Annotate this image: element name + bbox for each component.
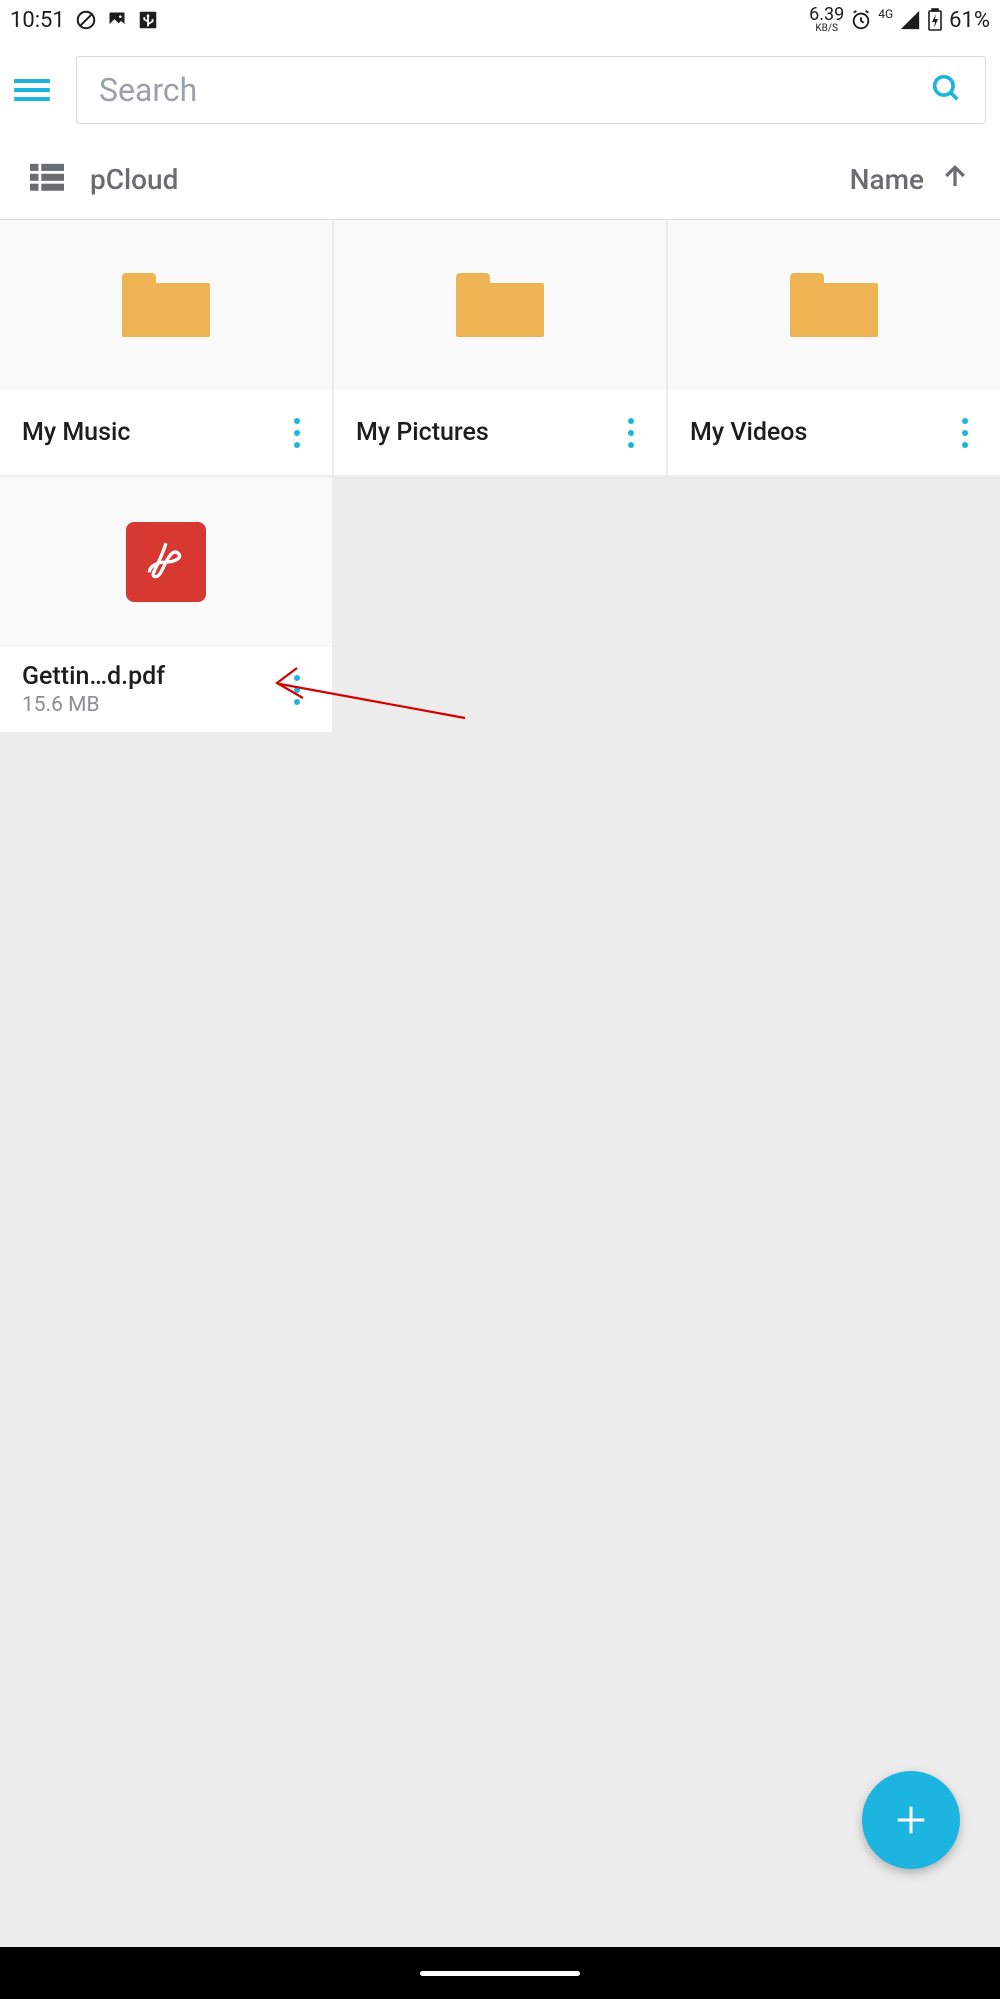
tile-meta: 15.6 MB xyxy=(22,693,274,717)
status-right: 6.39 KB/S 4G 61% xyxy=(809,7,990,32)
menu-button[interactable] xyxy=(14,79,54,101)
sort-label: Name xyxy=(850,163,924,196)
network-speed: 6.39 KB/S xyxy=(809,7,844,32)
folder-icon xyxy=(456,273,544,337)
empty-cell xyxy=(668,477,1000,732)
search-box[interactable] xyxy=(76,56,986,124)
alarm-icon xyxy=(850,9,872,31)
add-fab-button[interactable] xyxy=(862,1771,960,1869)
tile-name: My Videos xyxy=(690,418,942,447)
battery-percentage: 61% xyxy=(949,8,990,33)
search-icon[interactable] xyxy=(929,71,963,109)
empty-cell xyxy=(334,477,666,732)
image-icon xyxy=(107,10,127,30)
list-view-icon[interactable] xyxy=(30,163,64,197)
tile-name: Gettin…d.pdf xyxy=(22,662,274,691)
top-bar xyxy=(0,40,1000,140)
network-label: 4G xyxy=(878,7,893,21)
more-options-button[interactable] xyxy=(952,408,978,458)
folder-my-pictures[interactable]: My Pictures xyxy=(334,220,666,475)
file-getting-started-pdf[interactable]: Gettin…d.pdf 15.6 MB xyxy=(0,477,332,732)
folder-icon xyxy=(790,273,878,337)
folder-my-videos[interactable]: My Videos xyxy=(668,220,1000,475)
breadcrumb-title[interactable]: pCloud xyxy=(90,163,824,196)
breadcrumb-bar: pCloud Name xyxy=(0,140,1000,220)
more-options-button[interactable] xyxy=(284,408,310,458)
status-left: 10:51 xyxy=(10,8,159,33)
usb-icon xyxy=(137,9,159,31)
file-grid: My Music My Pictures My Videos xyxy=(0,220,1000,732)
do-not-disturb-icon xyxy=(75,9,97,31)
more-options-button[interactable] xyxy=(284,665,310,715)
tile-info: Gettin…d.pdf 15.6 MB xyxy=(0,647,332,732)
tile-info: My Videos xyxy=(668,390,1000,475)
tile-info: My Pictures xyxy=(334,390,666,475)
battery-icon xyxy=(927,8,943,32)
nav-handle-icon[interactable] xyxy=(420,1971,580,1976)
tile-info: My Music xyxy=(0,390,332,475)
tile-preview xyxy=(0,220,332,390)
search-input[interactable] xyxy=(99,71,929,109)
pdf-icon xyxy=(126,522,206,602)
status-time: 10:51 xyxy=(10,8,65,33)
more-options-button[interactable] xyxy=(618,408,644,458)
nav-bar[interactable] xyxy=(0,1947,1000,1999)
empty-area xyxy=(0,732,1000,1999)
tile-name: My Pictures xyxy=(356,418,608,447)
folder-icon xyxy=(122,273,210,337)
arrow-up-icon xyxy=(940,161,970,198)
signal-icon xyxy=(899,9,921,31)
tile-preview xyxy=(0,477,332,647)
folder-my-music[interactable]: My Music xyxy=(0,220,332,475)
tile-preview xyxy=(668,220,1000,390)
sort-button[interactable]: Name xyxy=(850,161,970,198)
tile-preview xyxy=(334,220,666,390)
tile-name: My Music xyxy=(22,418,274,447)
status-bar: 10:51 6.39 KB/S xyxy=(0,0,1000,40)
